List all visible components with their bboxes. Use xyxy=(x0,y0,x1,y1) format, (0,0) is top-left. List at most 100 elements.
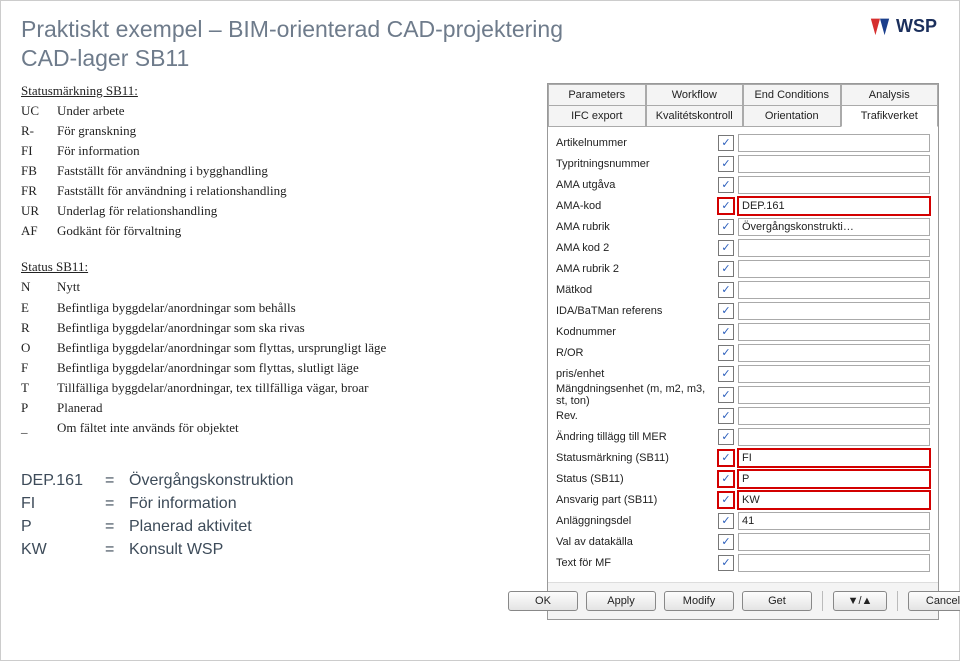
field-input[interactable]: KW xyxy=(738,491,930,509)
field-checkbox[interactable] xyxy=(718,345,734,361)
desc: Tillfälliga byggdelar/anordningar, tex t… xyxy=(57,378,368,398)
field-input[interactable] xyxy=(738,365,930,383)
field-input[interactable] xyxy=(738,428,930,446)
field-input[interactable] xyxy=(738,533,930,551)
field-input[interactable]: Övergångskonstrukti… xyxy=(738,218,930,236)
tab-analysis[interactable]: Analysis xyxy=(841,84,939,106)
field-input[interactable]: P xyxy=(738,470,930,488)
field-input[interactable] xyxy=(738,386,930,404)
tab-parameters[interactable]: Parameters xyxy=(548,84,646,106)
field-row: AMA kod 2 xyxy=(556,238,930,259)
desc: För information xyxy=(57,141,140,161)
field-checkbox[interactable] xyxy=(718,135,734,151)
code: F xyxy=(21,358,47,378)
wsp-logo: WSP xyxy=(869,15,937,37)
field-input[interactable]: DEP.161 xyxy=(738,197,930,215)
code: P xyxy=(21,398,47,418)
field-input[interactable] xyxy=(738,344,930,362)
cancel-button[interactable]: Cancel xyxy=(908,591,960,611)
field-row: Mängdningsenhet (m, m2, m3, st, ton) xyxy=(556,385,930,406)
field-input[interactable] xyxy=(738,407,930,425)
field-row: Val av datakälla xyxy=(556,532,930,553)
field-input[interactable] xyxy=(738,323,930,341)
field-input[interactable] xyxy=(738,239,930,257)
field-checkbox[interactable] xyxy=(718,429,734,445)
field-input[interactable] xyxy=(738,134,930,152)
field-input[interactable] xyxy=(738,554,930,572)
field-label: Mängdningsenhet (m, m2, m3, st, ton) xyxy=(556,383,718,407)
field-checkbox[interactable] xyxy=(718,240,734,256)
field-input[interactable] xyxy=(738,176,930,194)
field-row: pris/enhet xyxy=(556,364,930,385)
legend-key: P xyxy=(21,515,99,538)
properties-dialog: ParametersWorkflowEnd ConditionsAnalysis… xyxy=(547,83,939,620)
apply-button[interactable]: Apply xyxy=(586,591,656,611)
tab-trafikverket[interactable]: Trafikverket xyxy=(841,106,939,127)
modify-button[interactable]: Modify xyxy=(664,591,734,611)
field-label: Kodnummer xyxy=(556,326,718,338)
field-input[interactable]: FI xyxy=(738,449,930,467)
tab-ifc-export[interactable]: IFC export xyxy=(548,106,646,127)
code: E xyxy=(21,298,47,318)
code: FB xyxy=(21,161,47,181)
field-checkbox[interactable] xyxy=(718,198,734,214)
field-checkbox[interactable] xyxy=(718,387,734,403)
field-row: R/OR xyxy=(556,343,930,364)
legend-value: Planerad aktivitet xyxy=(129,515,252,538)
tab-end-conditions[interactable]: End Conditions xyxy=(743,84,841,106)
code: FR xyxy=(21,181,47,201)
desc: Om fältet inte används för objektet xyxy=(57,418,239,438)
field-input[interactable] xyxy=(738,302,930,320)
code: _ xyxy=(21,418,47,438)
legend-row: KW=Konsult WSP xyxy=(21,538,533,561)
field-label: Anläggningsdel xyxy=(556,515,718,527)
tab-workflow[interactable]: Workflow xyxy=(646,84,744,106)
field-label: Statusmärkning (SB11) xyxy=(556,452,718,464)
field-checkbox[interactable] xyxy=(718,156,734,172)
desc: Planerad xyxy=(57,398,102,418)
get-button[interactable]: Get xyxy=(742,591,812,611)
field-checkbox[interactable] xyxy=(718,324,734,340)
legend-key: KW xyxy=(21,538,99,561)
field-checkbox[interactable] xyxy=(718,450,734,466)
field-input[interactable]: 41 xyxy=(738,512,930,530)
field-input[interactable] xyxy=(738,155,930,173)
field-row: Rev. xyxy=(556,406,930,427)
field-checkbox[interactable] xyxy=(718,282,734,298)
field-row: Kodnummer xyxy=(556,322,930,343)
field-label: Mätkod xyxy=(556,284,718,296)
field-checkbox[interactable] xyxy=(718,555,734,571)
field-row: AMA-kodDEP.161 xyxy=(556,196,930,217)
ok-button[interactable]: OK xyxy=(508,591,578,611)
statusmarkning-block: Statusmärkning SB11: UCUnder arbeteR-För… xyxy=(21,83,533,242)
collapse-button[interactable]: ▼/▲ xyxy=(833,591,887,611)
code: UR xyxy=(21,201,47,221)
desc: Godkänt för förvaltning xyxy=(57,221,181,241)
field-label: pris/enhet xyxy=(556,368,718,380)
tab-kvalitétskontroll[interactable]: Kvalitétskontroll xyxy=(646,106,744,127)
field-checkbox[interactable] xyxy=(718,177,734,193)
field-checkbox[interactable] xyxy=(718,261,734,277)
field-input[interactable] xyxy=(738,260,930,278)
field-checkbox[interactable] xyxy=(718,492,734,508)
desc: Nytt xyxy=(57,277,80,297)
field-checkbox[interactable] xyxy=(718,219,734,235)
field-checkbox[interactable] xyxy=(718,303,734,319)
code: AF xyxy=(21,221,47,241)
field-checkbox[interactable] xyxy=(718,513,734,529)
legend-block: DEP.161=ÖvergångskonstruktionFI=För info… xyxy=(21,469,533,562)
status-item: OBefintliga byggdelar/anordningar som fl… xyxy=(21,338,533,358)
field-label: Status (SB11) xyxy=(556,473,718,485)
desc: Fastställt för användning i bygghandling xyxy=(57,161,268,181)
field-checkbox[interactable] xyxy=(718,408,734,424)
field-label: Val av datakälla xyxy=(556,536,718,548)
field-label: Ansvarig part (SB11) xyxy=(556,494,718,506)
code: R xyxy=(21,318,47,338)
tab-orientation[interactable]: Orientation xyxy=(743,106,841,127)
field-checkbox[interactable] xyxy=(718,471,734,487)
field-checkbox[interactable] xyxy=(718,366,734,382)
field-input[interactable] xyxy=(738,281,930,299)
desc: Befintliga byggdelar/anordningar som ska… xyxy=(57,318,305,338)
logo-text: WSP xyxy=(896,16,937,37)
field-checkbox[interactable] xyxy=(718,534,734,550)
